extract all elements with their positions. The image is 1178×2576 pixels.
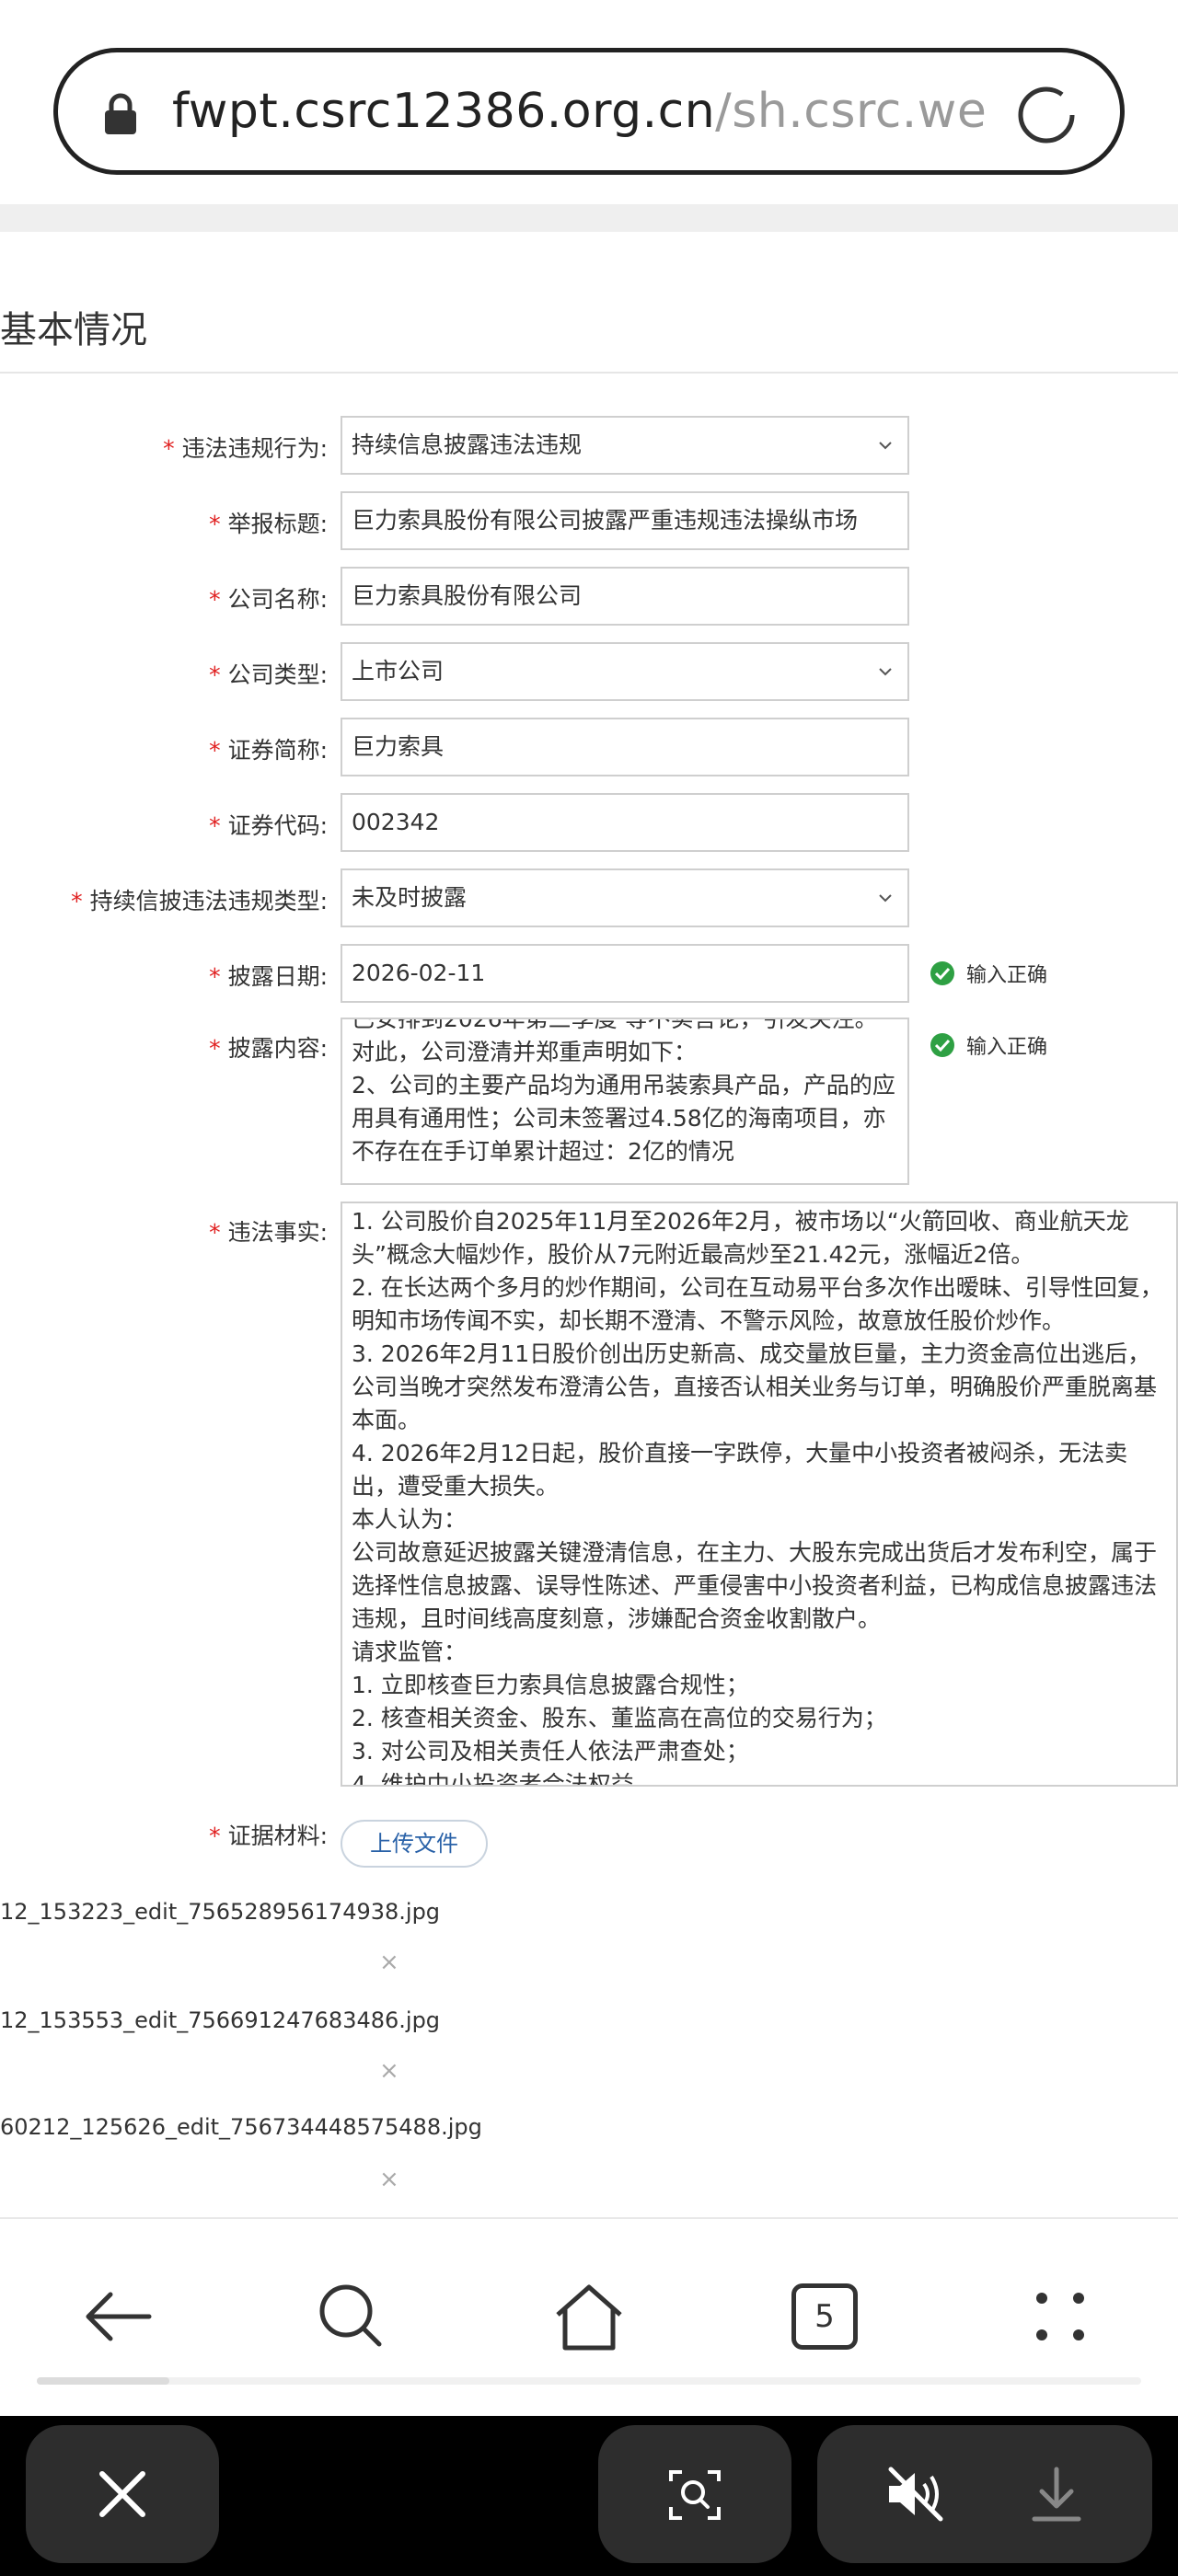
progress-track: [37, 2377, 1141, 2385]
overlay-action-bar: [0, 2416, 1178, 2576]
textarea-line: 请求监管：: [352, 1639, 468, 1665]
address-text[interactable]: fwpt.csrc12386.org.cn/sh.csrc.we: [172, 78, 987, 144]
reload-icon[interactable]: [1013, 82, 1080, 148]
textarea-line: 对此，公司澄清并郑重声明如下：: [352, 1039, 698, 1065]
remove-file-button[interactable]: ×: [379, 1949, 399, 1976]
home-icon[interactable]: [550, 2278, 628, 2355]
textarea-line: 2. 在长达两个多月的炒作期间，公司在互动易平台多次作出暧昧、引导性回复，明知市…: [352, 1274, 1163, 1334]
security-abbr-input[interactable]: 巨力索具: [341, 718, 909, 776]
evidence-label: * 证据材料:: [209, 1823, 328, 1849]
field-label: * 举报标题:: [209, 511, 328, 537]
chevron-down-icon: [879, 668, 892, 676]
violation-type-select[interactable]: 持续信息披露违法违规: [341, 416, 909, 475]
field-label: * 披露日期:: [209, 963, 328, 990]
tabs-button[interactable]: 5: [786, 2278, 863, 2355]
textarea-line: 本人认为：: [352, 1506, 468, 1533]
field-label: * 披露内容:: [209, 1035, 328, 1062]
report-title-input[interactable]: 巨力索具股份有限公司披露严重违规违法操纵市场: [341, 491, 909, 550]
menu-dots-icon[interactable]: [1022, 2278, 1099, 2355]
section-divider: [0, 372, 1178, 374]
uploaded-file-name: 12_153553_edit_756691247683486.jpg: [0, 2007, 441, 2033]
check-circle-icon: [930, 1033, 954, 1057]
close-button[interactable]: [26, 2425, 219, 2563]
security-code-input[interactable]: 002342: [341, 793, 909, 852]
lens-search-icon: [669, 2470, 721, 2520]
company-name-input[interactable]: 巨力索具股份有限公司: [341, 567, 909, 626]
page-top-strip: [0, 204, 1178, 232]
textarea-line: 2、公司的主要产品均为通用吊装索具产品，产品的应用具有通用性；公司未签署过4.5…: [352, 1072, 895, 1165]
field-label: * 证券简称:: [209, 737, 328, 764]
validation-ok: 输入正确: [930, 1030, 1047, 1060]
textarea-line: 3. 2026年2月11日股价创出历史新高、成交量放巨量，主力资金高位出逃后，公…: [352, 1340, 1158, 1433]
field-label: * 违法事实:: [209, 1219, 328, 1246]
textarea-line: 4. 2026年2月12日起，股价直接一字跌停，大量中小投资者被闷杀，无法卖出，…: [352, 1440, 1128, 1500]
page-load-progress: [0, 2374, 1178, 2386]
tab-count: 5: [791, 2283, 858, 2350]
address-bar[interactable]: fwpt.csrc12386.org.cn/sh.csrc.we: [53, 48, 1125, 175]
download-icon[interactable]: [1029, 2464, 1084, 2524]
validation-ok: 输入正确: [930, 959, 1047, 988]
field-label: * 证券代码:: [209, 812, 328, 839]
close-icon: [99, 2471, 145, 2517]
browser-top-bar: fwpt.csrc12386.org.cn/sh.csrc.we: [0, 0, 1178, 204]
company-type-select[interactable]: 上市公司: [341, 642, 909, 701]
textarea-line: 1. 公司股价自2025年11月至2026年2月，被市场以“火箭回收、商业航天龙…: [352, 1208, 1129, 1268]
textarea-line: 2. 核查相关资金、股东、董监高在高位的交易行为；: [352, 1705, 887, 1731]
field-label: * 公司名称:: [209, 586, 328, 613]
field-label: * 公司类型:: [209, 661, 328, 688]
remove-file-button[interactable]: ×: [379, 2057, 399, 2085]
textarea-line: 公司故意延迟披露关键澄清信息，在主力、大股东完成出货后才发布利空，属于选择性信息…: [352, 1539, 1158, 1632]
section-title: 基本情况: [0, 309, 147, 351]
remove-file-button[interactable]: ×: [379, 2166, 399, 2193]
upload-file-button[interactable]: 上传文件: [341, 1820, 488, 1868]
textarea-line: 4. 维护中小投资者合法权益。: [352, 1771, 657, 1787]
progress-fill: [37, 2377, 169, 2385]
chevron-down-icon: [879, 442, 892, 450]
violation-facts-textarea[interactable]: 1. 公司股价自2025年11月至2026年2月，被市场以“火箭回收、商业航天龙…: [341, 1202, 1178, 1787]
textarea-line: 已安排到2026年第三季度 等不实言论，引发关注。: [352, 1018, 878, 1032]
uploaded-file-name: 60212_125626_edit_756734448575488.jpg: [0, 2114, 482, 2140]
lens-search-button[interactable]: [598, 2425, 791, 2563]
disclosure-violation-type-select[interactable]: 未及时披露: [341, 868, 909, 927]
field-label: * 持续信披违法违规类型:: [71, 888, 328, 914]
textarea-line: 3. 对公司及相关责任人依法严肃查处；: [352, 1738, 749, 1765]
mute-icon[interactable]: [884, 2464, 948, 2524]
search-icon[interactable]: [313, 2278, 390, 2355]
back-arrow-icon[interactable]: [79, 2278, 156, 2355]
media-controls: [817, 2425, 1152, 2563]
textarea-line: 1. 立即核查巨力索具信息披露合规性；: [352, 1672, 749, 1698]
chevron-down-icon: [879, 894, 892, 903]
field-label: * 违法违规行为:: [163, 435, 328, 462]
uploaded-file-name: 12_153223_edit_756528956174938.jpg: [0, 1899, 441, 1925]
lock-icon: [105, 93, 136, 134]
disclosure-date-input[interactable]: 2026-02-11: [341, 944, 909, 1003]
check-circle-icon: [930, 961, 954, 985]
disclosure-content-textarea[interactable]: 已安排到2026年第三季度 等不实言论，引发关注。 对此，公司澄清并郑重声明如下…: [341, 1018, 909, 1185]
